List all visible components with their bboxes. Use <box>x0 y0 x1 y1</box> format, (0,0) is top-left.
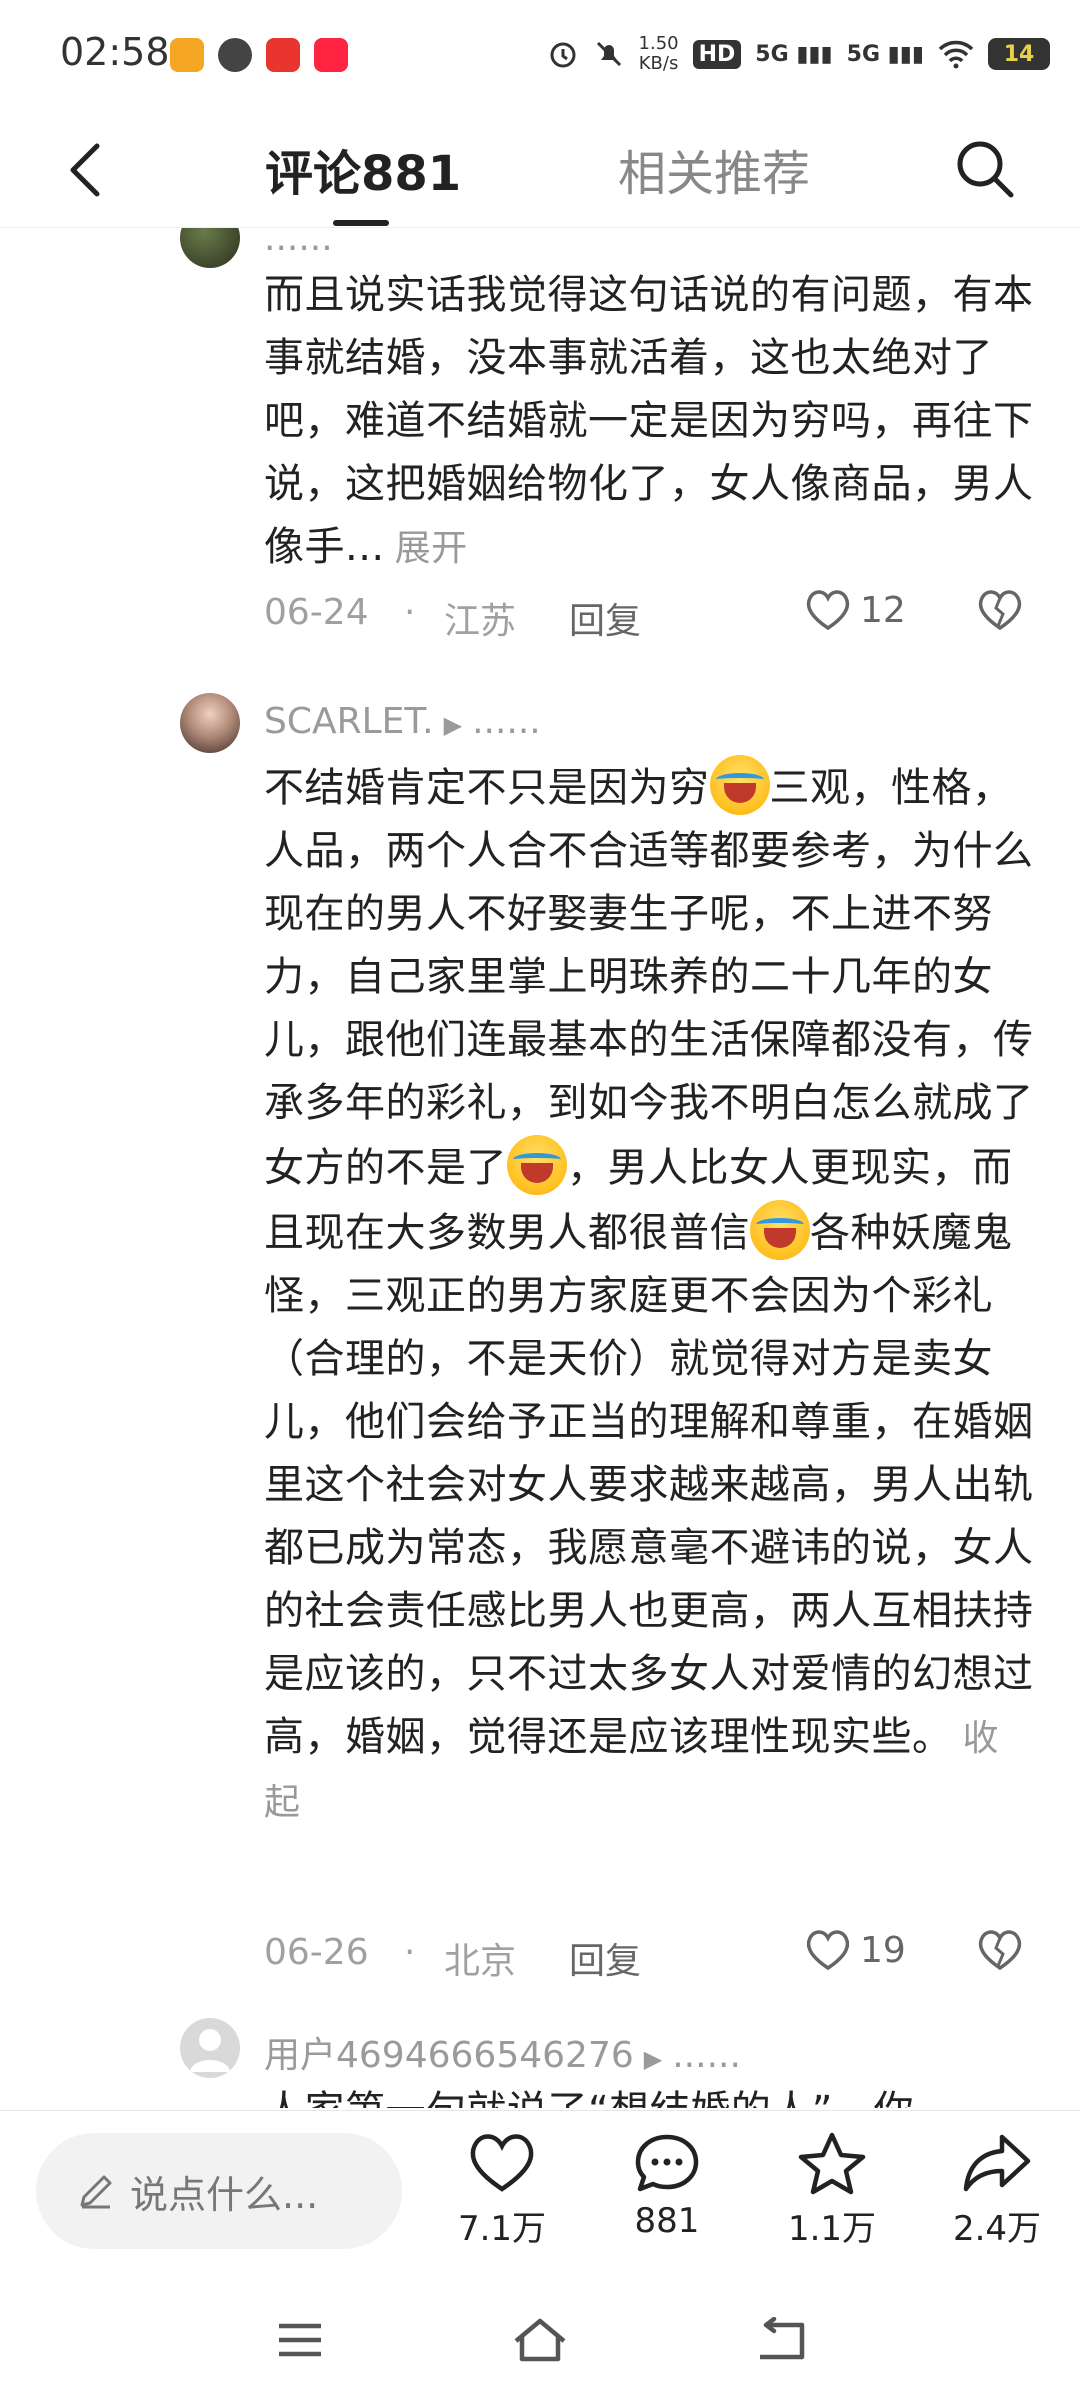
system-status: 1.50 KB/s HD 5G ▮▮▮ 5G ▮▮▮ 14 <box>547 34 1050 74</box>
broken-heart-icon <box>978 590 1022 631</box>
back-nav-button[interactable] <box>740 2310 820 2370</box>
default-user-icon <box>190 2029 230 2072</box>
home-button[interactable] <box>500 2310 580 2370</box>
share-button[interactable]: 2.4万 <box>932 2131 1062 2250</box>
comment-list: ...... 而且说实话我觉得这句话说的有问题，有本事就结婚，没本事就活着，这也… <box>0 228 1080 2108</box>
expand-link[interactable]: 展开 <box>395 528 468 569</box>
star-icon <box>798 2132 866 2195</box>
crying-laughing-emoji-icon <box>750 1200 810 1260</box>
hd-badge: HD <box>692 39 742 69</box>
avatar[interactable] <box>180 693 240 753</box>
comment-date: 06-26 <box>264 1932 369 1973</box>
reply-button[interactable]: 回复 <box>569 1932 641 1984</box>
comment-body[interactable]: 不结婚肯定不只是因为穷 三观，性格，人品，两个人合不合适等都要参考，为什么现在的男… <box>264 755 1034 1834</box>
comment-input-placeholder: 说点什么... <box>130 2172 319 2217</box>
comment-date: 06-24 <box>264 592 369 633</box>
signal-sim2: 5G ▮▮▮ <box>846 41 924 67</box>
header: 评论881 相关推荐 <box>0 110 1080 228</box>
tab-related[interactable]: 相关推荐 <box>618 134 810 204</box>
like-count: 19 <box>860 1929 906 1971</box>
back-button[interactable] <box>50 130 120 210</box>
back-nav-icon <box>760 2317 805 2360</box>
dislike-button[interactable] <box>976 588 1024 641</box>
bank-app-icon <box>266 38 300 72</box>
comment-username[interactable]: ...... <box>264 228 333 259</box>
alarm-icon <box>550 42 576 68</box>
wifi-icon <box>938 40 974 69</box>
comment-body[interactable]: 而且说实话我觉得这句话说的有问题，有本事就结婚，没本事就活着，这也太绝对了吧，难… <box>264 264 1034 580</box>
home-icon <box>514 2318 566 2362</box>
status-time: 02:58 <box>60 30 170 74</box>
play-arrow-icon: ▶ <box>643 2045 663 2073</box>
weibo-app-icon <box>170 38 204 72</box>
search-icon <box>957 141 1014 198</box>
notification-icons <box>170 38 348 72</box>
system-nav-bar <box>0 2280 1080 2400</box>
comment-body[interactable]: 人家第一句就说了“想结婚的人”，你 <box>264 2080 1034 2108</box>
favorite-button[interactable]: 1.1万 <box>767 2131 897 2250</box>
heart-icon <box>806 590 850 631</box>
dislike-button[interactable] <box>976 1928 1024 1981</box>
broken-heart-icon <box>978 1930 1022 1971</box>
search-button[interactable] <box>940 124 1030 214</box>
comment-input[interactable]: 说点什么... <box>36 2133 402 2249</box>
mute-icon <box>596 41 621 67</box>
heart-icon <box>806 1930 850 1971</box>
back-arrow-icon <box>70 143 100 197</box>
like-count: 12 <box>860 589 906 631</box>
comment-username[interactable]: SCARLET. ▶...... <box>264 701 541 742</box>
play-arrow-icon: ▶ <box>443 711 463 739</box>
signal-sim1: 5G ▮▮▮ <box>755 41 833 67</box>
comment-location: 江苏 <box>444 601 517 642</box>
comment-bubble-icon <box>635 2134 699 2192</box>
comment-count: 881 <box>634 2201 700 2241</box>
share-arrow-icon <box>963 2134 1031 2192</box>
bottom-action-bar: 说点什么... 7.1万 881 1.1万 2.4万 <box>0 2110 1080 2280</box>
active-tab-indicator <box>333 220 389 226</box>
net-speed: 1.50 KB/s <box>638 33 679 74</box>
share-count: 2.4万 <box>952 2209 1042 2249</box>
battery-icon: 14 <box>988 38 1050 70</box>
reply-button[interactable]: 回复 <box>569 592 641 644</box>
favorite-count: 1.1万 <box>787 2209 877 2249</box>
tab-comments[interactable]: 评论881 <box>265 134 461 226</box>
comment-post-button[interactable]: 881 <box>602 2131 732 2241</box>
comment-username[interactable]: 用户4694666546276 ▶...... <box>264 2026 741 2078</box>
crying-laughing-emoji-icon <box>507 1135 567 1195</box>
menu-icon <box>279 2323 321 2357</box>
avatar[interactable] <box>180 2018 240 2078</box>
pencil-icon <box>80 2175 112 2209</box>
redbook-app-icon <box>314 38 348 72</box>
like-button[interactable]: 19 <box>804 1928 906 1972</box>
like-count: 7.1万 <box>457 2209 547 2249</box>
like-button[interactable]: 12 <box>804 588 906 632</box>
menu-button[interactable] <box>260 2310 340 2370</box>
message-icon <box>218 38 252 72</box>
like-post-button[interactable]: 7.1万 <box>437 2131 567 2250</box>
comment-meta: 06-26 · 北京 回复 19 <box>264 1928 1034 1982</box>
crying-laughing-emoji-icon <box>709 755 770 815</box>
avatar[interactable] <box>180 228 240 268</box>
comment-location: 北京 <box>444 1941 517 1982</box>
comment-meta: 06-24 · 江苏 回复 12 <box>264 588 1034 642</box>
status-bar: 02:58 1.50 KB/s HD 5G ▮▮▮ 5G ▮▮▮ 14 <box>0 0 1080 110</box>
heart-icon <box>470 2134 534 2192</box>
